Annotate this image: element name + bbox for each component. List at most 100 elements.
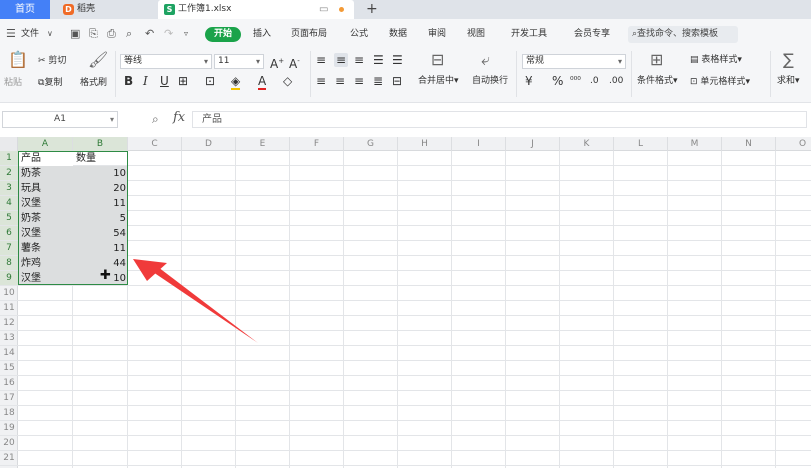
column-header-k[interactable]: K [560,137,614,151]
menu-page-layout[interactable]: 页面布局 [291,19,327,50]
row-header-19[interactable]: 19 [0,421,18,436]
wrap-text-button[interactable]: 自动换行 [472,75,508,87]
cell-grid[interactable]: 产品 数量 奶茶 10 玩具 20 汉堡 11 奶茶 5 汉堡 54 薯条 11 炸鸡 44 汉堡 10 ✚ [18,151,811,468]
paste-button[interactable]: 粘贴 [4,77,22,89]
align-left-icon[interactable]: ≡ [316,74,326,88]
zoom-icon[interactable]: ⌕ [152,112,159,127]
decrease-font-icon[interactable]: A- [289,54,300,71]
format-painter-icon[interactable]: 🖌 [88,51,108,69]
menu-view[interactable]: 视图 [467,19,485,50]
screen-icon[interactable]: ▭ [319,0,328,19]
distribute-icon[interactable]: ⊟ [392,74,402,88]
print-icon[interactable]: ⎙ [107,19,116,49]
cell-fill-pattern-icon[interactable]: ⊡ [205,74,215,88]
currency-icon[interactable]: ¥ [525,74,533,88]
table-style-button[interactable]: ▤ 表格样式▾ [690,54,742,66]
increase-font-icon[interactable]: A+ [270,54,284,71]
menu-data[interactable]: 数据 [389,19,407,50]
save-icon[interactable]: ▣ [70,19,80,49]
tab-home[interactable]: 首页 [0,0,50,19]
new-tab-button[interactable]: + [366,0,378,18]
column-header-a[interactable]: A [18,137,73,151]
paste-icon[interactable]: 📋 [8,51,28,69]
indent-decrease-icon[interactable]: ☰ [373,53,384,67]
undo-icon[interactable]: ↶ [145,19,154,49]
borders-icon[interactable]: ⊞ [178,74,188,88]
export-pdf-icon[interactable]: ⎘ [89,19,98,49]
column-header-d[interactable]: D [182,137,236,151]
tab-daoke[interactable]: D 稻壳 [56,0,151,19]
row-header-17[interactable]: 17 [0,391,18,406]
column-header-l[interactable]: L [614,137,668,151]
font-size-select[interactable]: 11 ▾ [214,54,264,69]
copy-button[interactable]: ⧉复制 [38,77,62,89]
row-header-16[interactable]: 16 [0,376,18,391]
column-header-h[interactable]: H [398,137,452,151]
column-header-n[interactable]: N [722,137,776,151]
chevron-down-icon[interactable]: ∨ [47,19,53,49]
insert-function-button[interactable]: fx [173,110,185,125]
column-header-g[interactable]: G [344,137,398,151]
row-header-12[interactable]: 12 [0,316,18,331]
underline-icon[interactable]: U [160,74,169,88]
row-header-5[interactable]: 5 [0,211,18,226]
row-header-13[interactable]: 13 [0,331,18,346]
menu-start[interactable]: 开始 [205,27,241,42]
row-header-7[interactable]: 7 [0,241,18,256]
row-header-15[interactable]: 15 [0,361,18,376]
menu-insert[interactable]: 插入 [253,19,271,50]
clear-format-icon[interactable]: ◇ [283,74,292,88]
increase-decimal-icon[interactable]: .0 [590,75,599,87]
fill-color-icon[interactable]: ◈ [231,74,241,90]
align-right-icon[interactable]: ≡ [354,74,364,88]
column-header-b[interactable]: B [73,137,128,151]
row-header-20[interactable]: 20 [0,436,18,451]
percent-icon[interactable]: % [552,74,563,88]
formula-input[interactable]: 产品 [192,111,807,128]
align-middle-icon[interactable]: ≡ [334,53,349,67]
sum-button[interactable]: 求和▾ [777,75,800,87]
hamburger-icon[interactable]: ☰ [6,19,16,49]
menu-formulas[interactable]: 公式 [350,19,368,50]
menu-review[interactable]: 审阅 [428,19,446,50]
decrease-decimal-icon[interactable]: .00 [609,75,623,87]
command-search[interactable]: ⌕查找命令、搜索模板 [628,26,738,43]
row-header-14[interactable]: 14 [0,346,18,361]
menu-file[interactable]: 文件 [21,19,39,50]
wrap-text-icon[interactable]: ⤶ [481,51,490,69]
thousands-separator-icon[interactable]: ⁰⁰⁰ [570,75,581,87]
column-header-f[interactable]: F [290,137,344,151]
align-top-icon[interactable]: ≡ [316,53,326,67]
row-header-3[interactable]: 3 [0,181,18,196]
font-name-select[interactable]: 等线 ▾ [120,54,212,69]
indent-increase-icon[interactable]: ☰ [392,53,403,67]
redo-icon[interactable]: ↷ [164,19,173,49]
conditional-format-icon[interactable]: ⊞ [650,51,663,69]
format-painter-button[interactable]: 格式刷 [80,77,107,89]
bold-icon[interactable]: B [124,74,133,88]
row-header-11[interactable]: 11 [0,301,18,316]
select-all-corner[interactable] [0,137,18,151]
row-header-2[interactable]: 2 [0,166,18,181]
number-format-select[interactable]: 常规 ▾ [522,54,626,69]
quick-access-dropdown-icon[interactable]: ▿ [184,19,188,49]
menu-developer[interactable]: 开发工具 [511,19,547,50]
sum-icon[interactable]: ∑ [783,51,794,69]
column-header-m[interactable]: M [668,137,722,151]
row-header-1[interactable]: 1 [0,151,18,166]
row-header-4[interactable]: 4 [0,196,18,211]
cut-button[interactable]: ✂ 剪切 [38,55,66,67]
row-header-10[interactable]: 10 [0,286,18,301]
merge-center-button[interactable]: 合并居中▾ [418,75,459,87]
row-header-6[interactable]: 6 [0,226,18,241]
column-header-c[interactable]: C [128,137,182,151]
column-header-e[interactable]: E [236,137,290,151]
row-header-8[interactable]: 8 [0,256,18,271]
align-bottom-icon[interactable]: ≡ [354,53,364,67]
column-header-j[interactable]: J [506,137,560,151]
italic-icon[interactable]: I [143,74,148,88]
print-preview-icon[interactable]: ⌕ [126,19,132,49]
column-header-i[interactable]: I [452,137,506,151]
merge-center-icon[interactable]: ⊟ [431,51,444,69]
justify-icon[interactable]: ≣ [373,74,383,88]
